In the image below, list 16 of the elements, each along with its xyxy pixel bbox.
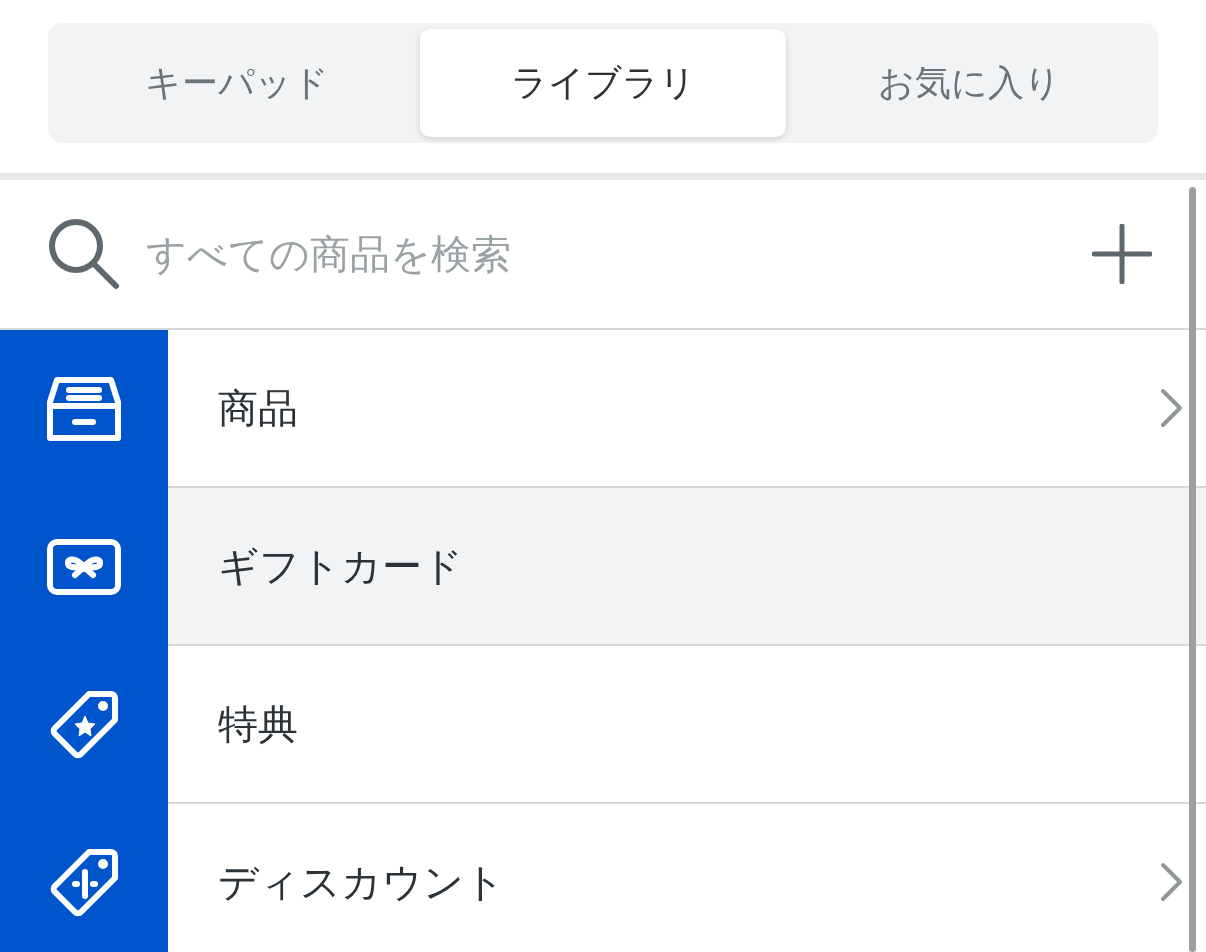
- tag-icon: [49, 848, 119, 918]
- inbox-tray-icon: [47, 376, 121, 442]
- list-item[interactable]: ギフトカード: [168, 488, 1206, 646]
- item-label: ディスカウント: [218, 859, 506, 906]
- scrollbar[interactable]: [1189, 187, 1196, 952]
- tab[interactable]: キーパッド: [54, 29, 420, 137]
- tag-star-icon: [49, 690, 119, 760]
- item-label: 商品: [218, 385, 299, 432]
- search-field[interactable]: すべての商品を検索: [146, 224, 1092, 284]
- gift-card-icon: [47, 539, 121, 595]
- item-label: 特典: [218, 701, 299, 748]
- search-icon: [48, 218, 120, 290]
- tab[interactable]: ライブラリ: [420, 29, 786, 137]
- tab[interactable]: お気に入り: [786, 29, 1152, 137]
- item-label: ギフトカード: [218, 543, 464, 590]
- plus-icon[interactable]: [1092, 224, 1152, 284]
